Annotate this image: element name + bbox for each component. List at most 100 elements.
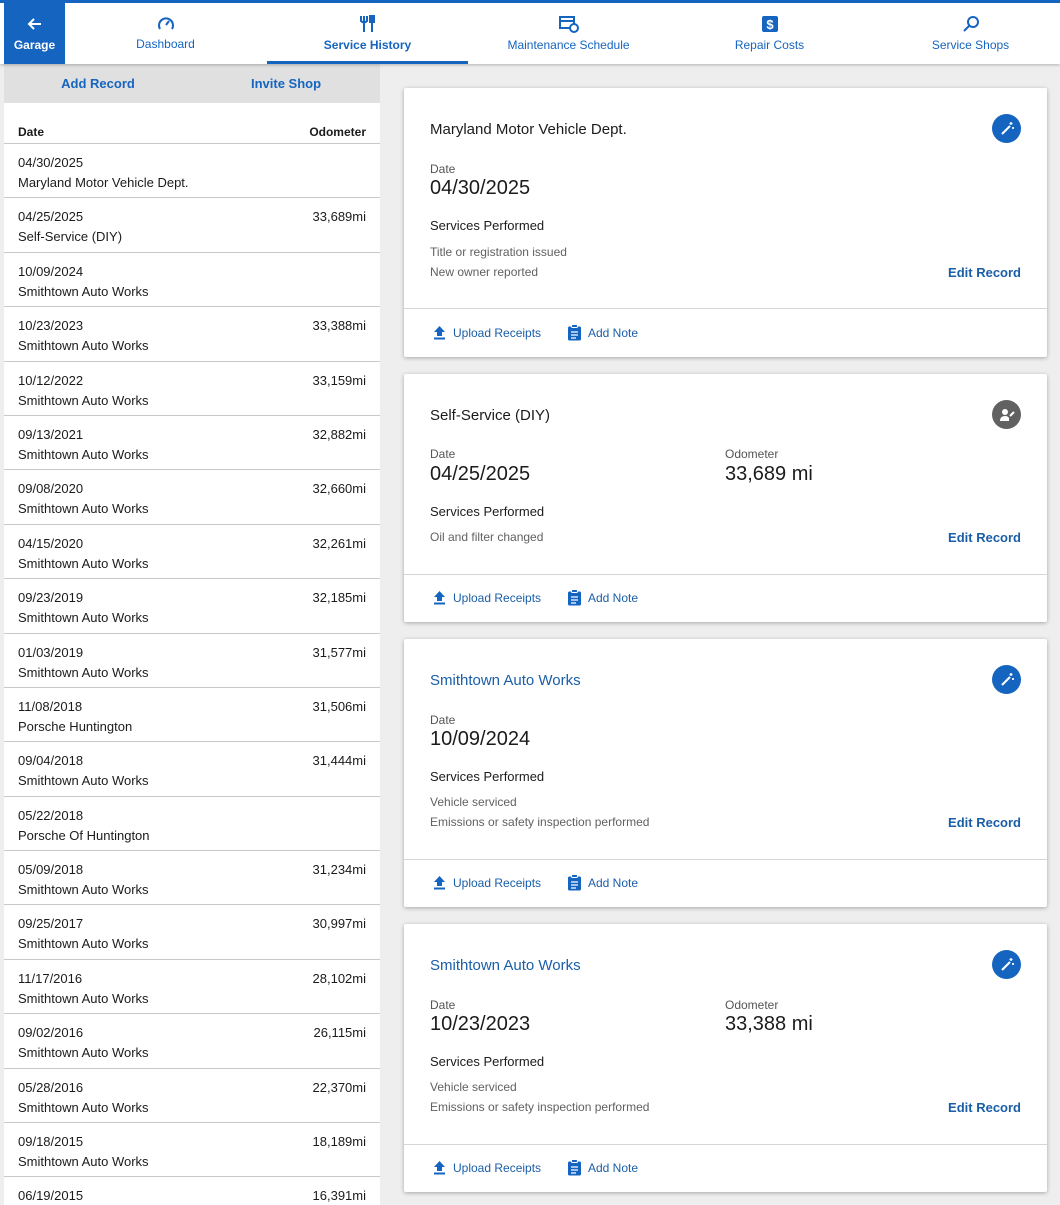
magic-wand-badge[interactable] (992, 950, 1021, 979)
date-value: 10/23/2023 (430, 1013, 531, 1035)
list-item[interactable]: 05/22/2018 Porsche Of Huntington (4, 797, 380, 852)
record-card-title[interactable]: Smithtown Auto Works (430, 672, 581, 689)
list-item-odometer: 33,388mi (312, 318, 366, 334)
date-value: 10/09/2024 (430, 728, 531, 750)
service-item: Title or registration issued (430, 245, 567, 259)
date-column-header: Date (18, 125, 45, 139)
card-divider (404, 859, 1047, 860)
add-note-button[interactable]: Add Note (567, 589, 638, 606)
magic-wand-icon (1000, 121, 1014, 135)
service-item: Vehicle serviced (430, 795, 517, 809)
list-item[interactable]: 09/02/2016 Smithtown Auto Works 26,115mi (4, 1014, 380, 1069)
edit-record-button[interactable]: Edit Record (948, 265, 1021, 280)
date-label: Date (430, 998, 456, 1012)
list-item-odometer: 32,882mi (312, 426, 366, 442)
upload-receipts-button[interactable]: Upload Receipts (432, 1160, 541, 1175)
list-item[interactable]: 05/09/2018 Smithtown Auto Works 31,234mi (4, 851, 380, 906)
list-item-shop: Porsche Huntington (18, 718, 133, 734)
odometer-label: Odometer (725, 998, 779, 1012)
list-item[interactable]: 09/23/2019 Smithtown Auto Works 32,185mi (4, 579, 380, 634)
add-record-button[interactable]: Add Record (4, 64, 192, 103)
list-item[interactable]: 09/04/2018 Smithtown Auto Works 31,444mi (4, 742, 380, 797)
list-item-odometer: 16,391mi (312, 1188, 366, 1204)
record-card: Maryland Motor Vehicle Dept. Date 04/30/… (404, 88, 1047, 357)
list-item-shop: Maryland Motor Vehicle Dept. (18, 175, 189, 190)
edit-record-button[interactable]: Edit Record (948, 1100, 1021, 1115)
upload-receipts-label: Upload Receipts (453, 1160, 542, 1175)
list-item[interactable]: 10/12/2022 Smithtown Auto Works 33,159mi (4, 362, 380, 416)
list-item[interactable]: 04/25/2025 Self-Service (DIY) 33,689mi (4, 198, 380, 253)
upload-icon (434, 1161, 445, 1175)
svg-text:$: $ (766, 17, 774, 32)
magic-wand-icon (1000, 957, 1014, 971)
list-item[interactable]: 10/09/2024 Smithtown Auto Works (4, 253, 380, 308)
tab-service-shops[interactable]: Service Shops (870, 3, 1060, 64)
add-note-button[interactable]: Add Note (567, 324, 638, 341)
add-note-button[interactable]: Add Note (567, 1159, 638, 1176)
services-performed-label: Services Performed (430, 218, 545, 233)
list-item-odometer: 22,370mi (312, 1079, 366, 1095)
list-item-odometer: 31,577mi (312, 644, 366, 660)
record-card-title[interactable]: Smithtown Auto Works (430, 957, 581, 974)
record-card: Smithtown Auto Works Date 10/09/2024 Ser… (404, 639, 1047, 907)
list-item-odometer: 33,689mi (312, 209, 366, 225)
add-note-label: Add Note (588, 875, 639, 890)
edit-record-button[interactable]: Edit Record (948, 530, 1021, 545)
date-label: Date (430, 162, 456, 176)
list-item[interactable]: 01/03/2019 Smithtown Auto Works 31,577mi (4, 634, 380, 688)
list-item-shop: Smithtown Auto Works (18, 283, 149, 299)
list-item[interactable]: 09/13/2021 Smithtown Auto Works 32,882mi (4, 416, 380, 471)
odometer-value: 33,689 mi (725, 463, 813, 485)
tab-repair-costs[interactable]: $ Repair Costs (669, 3, 870, 64)
magic-wand-badge[interactable] (992, 665, 1021, 694)
add-note-label: Add Note (588, 1160, 639, 1175)
service-item: Vehicle serviced (430, 1080, 517, 1094)
list-item[interactable]: 09/25/2017 Smithtown Auto Works 30,997mi (4, 905, 380, 960)
list-item[interactable]: 09/18/2015 Smithtown Auto Works 18,189mi (4, 1123, 380, 1178)
list-item[interactable]: 06/19/2015 16,391mi (4, 1177, 380, 1205)
list-item-odometer: 32,185mi (312, 590, 366, 606)
record-card: Smithtown Auto Works Date 10/23/2023 Odo… (404, 924, 1047, 1192)
record-card-title: Maryland Motor Vehicle Dept. (430, 121, 627, 138)
list-item[interactable]: 04/15/2020 Smithtown Auto Works 32,261mi (4, 525, 380, 580)
upload-receipts-button[interactable]: Upload Receipts (432, 590, 541, 605)
add-note-button[interactable]: Add Note (567, 874, 638, 891)
list-actions: Add Record Invite Shop (4, 64, 380, 103)
list-item-date: 10/09/2024 (18, 263, 84, 279)
tab-service-shops-label: Service Shops (931, 38, 1010, 52)
tab-service-history-label: Service History (323, 38, 412, 52)
add-note-label: Add Note (588, 590, 639, 605)
tab-service-history[interactable]: Service History (267, 3, 468, 64)
gauge-icon (157, 17, 174, 30)
list-item[interactable]: 09/08/2020 Smithtown Auto Works 32,660mi (4, 470, 380, 525)
list-item-odometer: 31,506mi (312, 698, 366, 714)
list-item-date: 04/30/2025 (18, 155, 84, 170)
list-item-shop: Porsche Of Huntington (18, 827, 150, 843)
service-item: New owner reported (430, 265, 539, 279)
list-item-odometer: 31,444mi (312, 753, 366, 769)
list-item-shop: Smithtown Auto Works (18, 990, 149, 1006)
list-item[interactable]: 11/17/2016 Smithtown Auto Works 28,102mi (4, 960, 380, 1015)
services-performed-label: Services Performed (430, 1054, 545, 1069)
tab-dashboard[interactable]: Dashboard (65, 3, 266, 64)
list-item[interactable]: 04/30/2025 Maryland Motor Vehicle Dept. (4, 144, 380, 199)
list-item[interactable]: 10/23/2023 Smithtown Auto Works 33,388mi (4, 307, 380, 362)
card-divider (404, 574, 1047, 575)
service-item: Emissions or safety inspection performed (430, 815, 650, 829)
person-wrench-badge[interactable] (992, 400, 1021, 429)
garage-back-button[interactable]: Garage (4, 3, 65, 64)
upload-receipts-button[interactable]: Upload Receipts (432, 325, 541, 340)
list-item-shop: Smithtown Auto Works (18, 392, 149, 408)
list-item-odometer: 33,159mi (312, 372, 366, 388)
upload-receipts-button[interactable]: Upload Receipts (432, 875, 541, 890)
invite-shop-button[interactable]: Invite Shop (192, 64, 380, 103)
tools-icon (359, 15, 375, 32)
list-item[interactable]: 11/08/2018 Porsche Huntington 31,506mi (4, 688, 380, 743)
edit-record-button[interactable]: Edit Record (948, 815, 1021, 830)
arrow-left-icon (27, 17, 41, 30)
magic-wand-badge[interactable] (992, 114, 1021, 143)
upload-icon (434, 326, 445, 340)
tab-maintenance-schedule[interactable]: Maintenance Schedule (468, 3, 669, 64)
list-item[interactable]: 05/28/2016 Smithtown Auto Works 22,370mi (4, 1069, 380, 1124)
services-performed-label: Services Performed (430, 769, 545, 784)
